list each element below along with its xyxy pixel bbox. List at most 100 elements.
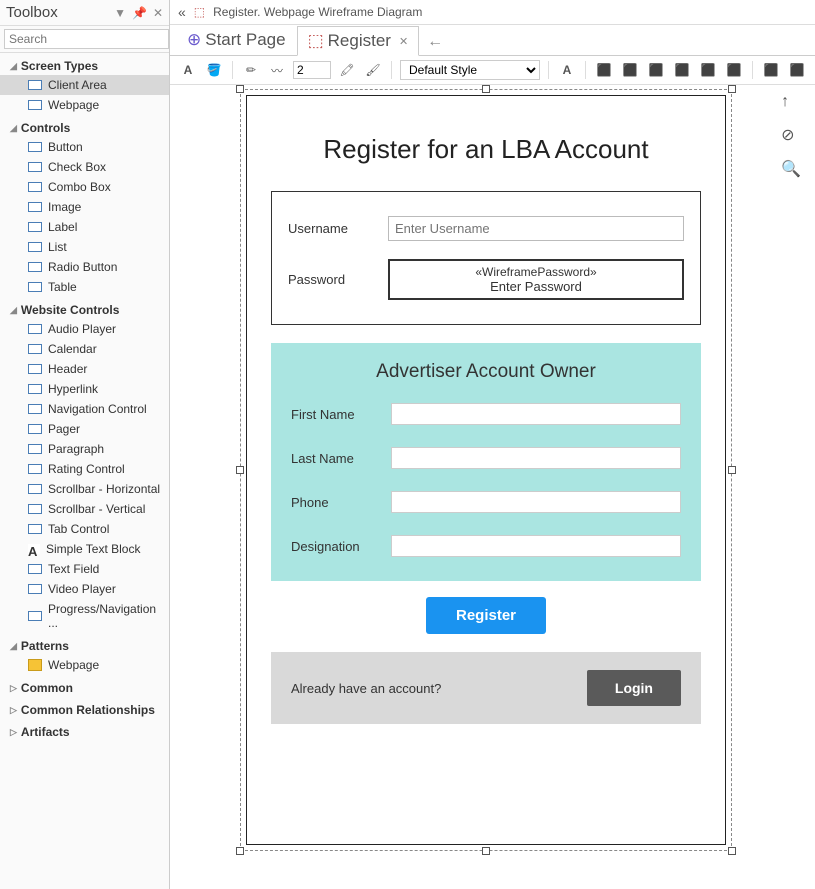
tree-item[interactable]: Paragraph xyxy=(0,439,169,459)
owner-field-input[interactable] xyxy=(391,535,681,557)
tree-item[interactable]: Check Box xyxy=(0,157,169,177)
password-wireframe-box[interactable]: «WireframePassword» Enter Password xyxy=(388,259,684,300)
align-left-icon[interactable]: ⬛ xyxy=(594,60,614,80)
owner-field-input[interactable] xyxy=(391,447,681,469)
tree-group[interactable]: ▷Common xyxy=(0,675,169,697)
line-width-input[interactable] xyxy=(293,61,331,79)
pin-icon[interactable]: 📌 xyxy=(132,6,147,20)
tree-item[interactable]: Webpage xyxy=(0,655,169,675)
toolbox-search-input[interactable] xyxy=(4,29,169,49)
owner-title: Advertiser Account Owner xyxy=(291,361,681,383)
tree-item[interactable]: ASimple Text Block xyxy=(0,539,169,559)
register-button[interactable]: Register xyxy=(426,597,546,634)
tree-item[interactable]: Tab Control xyxy=(0,519,169,539)
resize-handle-e[interactable] xyxy=(728,466,736,474)
folder-icon xyxy=(28,659,42,671)
caret-right-icon[interactable]: ▷ xyxy=(10,727,17,738)
rect-icon xyxy=(28,142,42,152)
tab-label: Register xyxy=(328,31,391,51)
tree-item[interactable]: Table xyxy=(0,277,169,297)
font-color2-icon[interactable]: A xyxy=(557,60,577,80)
tree-item[interactable]: Header xyxy=(0,359,169,379)
tree-item[interactable]: Scrollbar - Horizontal xyxy=(0,479,169,499)
selection-frame[interactable]: Register for an LBA Account Username Pas… xyxy=(246,95,726,845)
align-right-icon[interactable]: ⬛ xyxy=(646,60,666,80)
caret-down-icon[interactable]: ◢ xyxy=(10,305,17,316)
tree-item[interactable]: Button xyxy=(0,137,169,157)
filter-icon[interactable]: ⬛ xyxy=(761,60,781,80)
canvas[interactable]: ↑ ⊘ 🔍 Register for an LBA Account xyxy=(170,85,815,889)
toolbox-title: Toolbox xyxy=(6,4,114,21)
tree-item[interactable]: Hyperlink xyxy=(0,379,169,399)
ungroup-icon[interactable]: ⬛ xyxy=(724,60,744,80)
highlight-icon[interactable]: 🖍 xyxy=(337,60,357,80)
resize-handle-n[interactable] xyxy=(482,85,490,93)
fill-color-icon[interactable]: 🪣 xyxy=(204,60,224,80)
tree-item-label: Label xyxy=(48,220,77,234)
tree-item[interactable]: List xyxy=(0,237,169,257)
tree-group[interactable]: ◢Controls xyxy=(0,115,169,137)
tree-group[interactable]: ◢ Patterns xyxy=(0,633,169,655)
caret-down-icon[interactable]: ◢ xyxy=(10,61,17,72)
owner-row: Last Name xyxy=(291,447,681,469)
tab-close-icon[interactable]: ✕ xyxy=(399,35,408,48)
breadcrumb: Register. Webpage Wireframe Diagram xyxy=(213,5,422,19)
tree-group[interactable]: ▷ Common Relationships xyxy=(0,697,169,719)
username-input[interactable] xyxy=(388,216,684,241)
caret-right-icon[interactable]: ▷ xyxy=(10,683,17,694)
resize-handle-nw[interactable] xyxy=(236,85,244,93)
rect-icon xyxy=(28,364,42,374)
font-color-icon[interactable]: A xyxy=(178,60,198,80)
collapse-icon[interactable]: « xyxy=(178,4,186,20)
tree-item[interactable]: Calendar xyxy=(0,339,169,359)
tree-item[interactable]: Video Player xyxy=(0,579,169,599)
resize-handle-s[interactable] xyxy=(482,847,490,855)
caret-down-icon[interactable]: ◢ xyxy=(10,641,17,652)
rect-icon xyxy=(28,611,42,621)
tree-item[interactable]: Webpage xyxy=(0,95,169,115)
rect-icon xyxy=(28,464,42,474)
wireframe-client-area[interactable]: Register for an LBA Account Username Pas… xyxy=(246,95,726,845)
caret-down-icon[interactable]: ◢ xyxy=(10,123,17,134)
tree-item[interactable]: Label xyxy=(0,217,169,237)
style-select[interactable]: Default Style xyxy=(400,60,540,80)
tree-group[interactable]: ▷Artifacts xyxy=(0,719,169,741)
tree-group[interactable]: ◢ Website Controls xyxy=(0,297,169,319)
tree-item[interactable]: Rating Control xyxy=(0,459,169,479)
resize-handle-w[interactable] xyxy=(236,466,244,474)
resize-handle-se[interactable] xyxy=(728,847,736,855)
tree-item[interactable]: Navigation Control xyxy=(0,399,169,419)
tree-item[interactable]: Scrollbar - Vertical xyxy=(0,499,169,519)
login-button[interactable]: Login xyxy=(587,670,681,706)
tree-item[interactable]: Text Field xyxy=(0,559,169,579)
caret-right-icon[interactable]: ▷ xyxy=(10,705,17,716)
owner-field-input[interactable] xyxy=(391,403,681,425)
tree-item[interactable]: Progress/Navigation ... xyxy=(0,599,169,633)
tree-item[interactable]: Image xyxy=(0,197,169,217)
login-text: Already have an account? xyxy=(291,681,587,696)
layout-icon[interactable]: ⬛ xyxy=(787,60,807,80)
tree-item[interactable]: Client Area xyxy=(0,75,169,95)
tree-group-label: Website Controls xyxy=(21,303,119,317)
group-icon[interactable]: ⬛ xyxy=(698,60,718,80)
align-center-icon[interactable]: ⬛ xyxy=(620,60,640,80)
distribute-icon[interactable]: ⬛ xyxy=(672,60,692,80)
tree-item[interactable]: Pager xyxy=(0,419,169,439)
dropdown-icon[interactable]: ▼ xyxy=(114,6,126,20)
tab[interactable]: ⊕Start Page xyxy=(176,25,297,55)
line-style-icon[interactable]: 〰 xyxy=(267,60,287,80)
tree-item[interactable]: Radio Button xyxy=(0,257,169,277)
tab[interactable]: ⬚Register✕ xyxy=(297,26,420,56)
tab-back-icon[interactable]: ← xyxy=(419,29,451,55)
tree-item[interactable]: Audio Player xyxy=(0,319,169,339)
tree-group[interactable]: ◢Screen Types xyxy=(0,53,169,75)
tree-item[interactable]: Combo Box xyxy=(0,177,169,197)
line-color-icon[interactable]: ✏ xyxy=(241,60,261,80)
owner-field-input[interactable] xyxy=(391,491,681,513)
resize-handle-ne[interactable] xyxy=(728,85,736,93)
resize-handle-sw[interactable] xyxy=(236,847,244,855)
close-icon[interactable]: ✕ xyxy=(153,6,163,20)
tree-group-label: Patterns xyxy=(21,639,69,653)
brush-icon[interactable]: 🖌 xyxy=(363,60,383,80)
tree-group-label: Common Relationships xyxy=(21,703,155,717)
